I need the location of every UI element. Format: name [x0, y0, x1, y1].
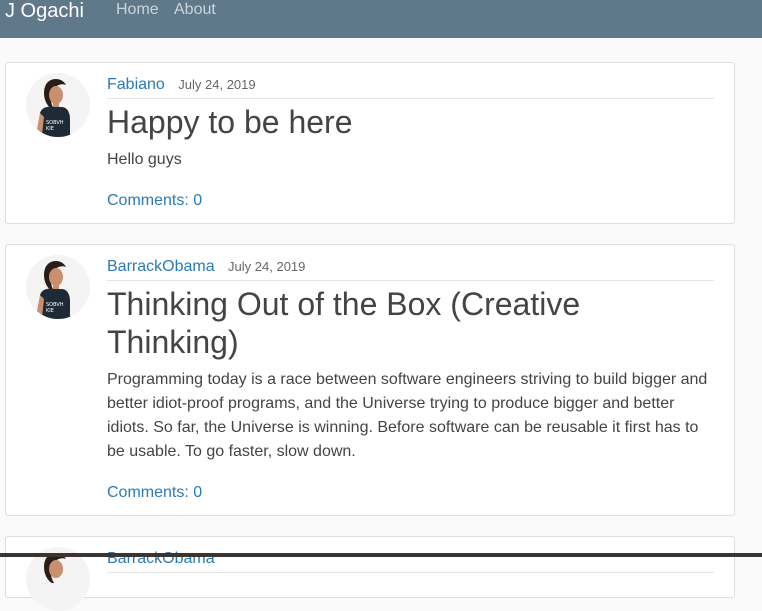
post-content: Hello guys [107, 151, 182, 168]
post-date: July 24, 2019 [178, 77, 256, 92]
post-author-link[interactable]: BarrackObama [107, 258, 215, 275]
post-content: Programming today is a race between soft… [107, 371, 708, 460]
screen-edge-strip [0, 553, 762, 557]
nav-home-link[interactable]: Home [116, 0, 159, 20]
post-title[interactable]: Happy to be here [107, 103, 714, 141]
post-author-link[interactable]: Fabiano [107, 76, 165, 93]
post-card: BarrackObama [5, 536, 735, 611]
nav-about-link[interactable]: About [174, 0, 216, 20]
post-card: SOBVH KIE BarrackObama July 24, 2019 Thi… [5, 244, 735, 516]
comments-link[interactable]: Comments: 0 [107, 192, 202, 210]
avatar-image-icon: SOBVH KIE [26, 73, 90, 137]
svg-text:KIE: KIE [46, 126, 54, 132]
top-navbar: J Ogachi Home About [0, 0, 762, 38]
avatar-image-icon: SOBVH KIE [26, 255, 90, 319]
author-avatar[interactable]: SOBVH KIE [26, 73, 90, 137]
svg-text:KIE: KIE [46, 308, 54, 314]
comments-link[interactable]: Comments: 0 [107, 484, 202, 502]
brand-link[interactable]: J Ogachi [5, 0, 84, 22]
post-meta: BarrackObama July 24, 2019 [107, 258, 714, 281]
author-avatar[interactable]: SOBVH KIE [26, 255, 90, 319]
post-date: July 24, 2019 [228, 259, 306, 274]
post-meta: Fabiano July 24, 2019 [107, 76, 714, 99]
post-title[interactable]: Thinking Out of the Box (Creative Thinki… [107, 285, 714, 361]
post-card: SOBVH KIE Fabiano July 24, 2019 Happy to… [5, 62, 735, 224]
